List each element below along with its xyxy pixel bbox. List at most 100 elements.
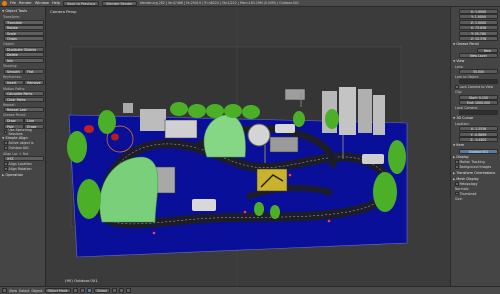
checkbox-label: Lock Camera to View	[459, 85, 494, 89]
lock-camera-checkbox[interactable]: Lock Camera to View	[455, 85, 498, 90]
dimension-x-field[interactable]: X: 73.838	[459, 25, 498, 30]
menu-render[interactable]: Render	[19, 1, 32, 5]
orientation-dropdown[interactable]: Global	[93, 287, 110, 294]
building-left	[140, 109, 166, 131]
scale-x-field[interactable]: X: 1.0000	[459, 8, 498, 14]
clip-end-field[interactable]: End: 1000.000	[459, 100, 498, 105]
flat-button[interactable]: Flat	[24, 68, 44, 74]
origin-button[interactable]: Origin	[4, 36, 44, 41]
checkbox-label: Align Rotation	[8, 167, 32, 171]
shading-label: Shading:	[3, 63, 18, 68]
blender-logo-icon[interactable]	[2, 0, 7, 6]
scale-y-field[interactable]: Y: 1.0000	[459, 14, 498, 19]
scale-z-field[interactable]: Z: 1.0000	[459, 19, 498, 25]
panel-3d-cursor[interactable]: ▼ 3D Cursor	[453, 116, 498, 121]
cursor-y-field[interactable]: Y: -0.6899	[459, 131, 498, 137]
background-images-checkbox[interactable]: Background Images	[455, 165, 498, 170]
panel-grease-pencil[interactable]: ▼ Grease Pencil	[453, 42, 498, 47]
calculate-paths-button[interactable]: Calculate Paths	[4, 91, 44, 96]
lens-field[interactable]: 35.000	[459, 69, 498, 74]
checkbox-label: Background Images	[459, 165, 492, 169]
scale-button[interactable]: Scale	[4, 30, 44, 36]
manipulator-icon[interactable]	[86, 288, 92, 293]
menu-help[interactable]: Help	[52, 1, 60, 5]
dimension-y-field[interactable]: Y: 55.760	[459, 30, 498, 36]
sketching-sessions-checkbox[interactable]: Use Sketching Sessions	[4, 128, 43, 136]
snap-icon[interactable]	[125, 288, 131, 293]
view-menu[interactable]: View	[9, 289, 17, 293]
clip-start-field[interactable]: Start: 0.100	[459, 94, 498, 100]
viewport-header: View Select Object Object Mode Global	[0, 286, 500, 294]
panel-title: Object Tools	[5, 9, 28, 13]
thumbnail-checkbox[interactable]: Thumbnail	[455, 191, 498, 196]
keyframes-label: Keyframes:	[3, 75, 22, 79]
checkbox-box	[455, 165, 459, 169]
layer-icon[interactable]	[111, 288, 117, 293]
panel-transform-orientations[interactable]: ▶ Transform Orientations	[453, 171, 498, 176]
white-van	[192, 199, 216, 211]
menu-window[interactable]: Window	[35, 1, 49, 5]
line-button[interactable]: Line	[24, 118, 44, 123]
item-name-field[interactable]: Outdoor.001	[459, 148, 498, 154]
layer-icon[interactable]	[118, 288, 124, 293]
retopology-checkbox[interactable]: Retopology	[455, 182, 498, 187]
editor-type-icon[interactable]	[2, 288, 7, 293]
lens-label: Lens:	[455, 64, 464, 69]
menu-file[interactable]: File	[10, 1, 16, 5]
duplicate-objects-button[interactable]: Duplicate Objects	[4, 46, 44, 52]
rotate-button[interactable]: Rotate	[4, 25, 44, 30]
properties-panel: X: 1.0000 Y: 1.0000 Z: 1.0000 X: 73.838 …	[450, 7, 500, 286]
translate-button[interactable]: Translate	[4, 19, 44, 25]
dimension-z-field[interactable]: Z: 12.378	[459, 36, 498, 41]
align-rotation-checkbox[interactable]: Align Rotation	[4, 167, 43, 172]
repeat-last-button[interactable]: Repeat Last	[4, 107, 44, 112]
expand-triangle-icon: ▼	[453, 143, 456, 147]
lock-object-label: Lock to Object:	[455, 74, 479, 79]
render-engine-dropdown[interactable]: Blender Render	[102, 0, 137, 6]
checkbox-box	[455, 85, 459, 89]
panel-item[interactable]: ▼ Item	[453, 143, 498, 148]
panel-object-tools[interactable]: ▼ Object Tools	[2, 9, 43, 14]
join-button[interactable]: Join	[4, 57, 44, 63]
expand-triangle-icon: ▼	[453, 42, 456, 46]
back-to-previous-button[interactable]: Back to Previous	[63, 0, 100, 6]
grease-new-layer-button[interactable]: New Layer	[459, 53, 498, 58]
object-menu[interactable]: Object	[32, 289, 43, 293]
checkbox-label: Align Location	[8, 162, 32, 166]
object-label: Object:	[3, 42, 15, 46]
delete-button[interactable]: Delete	[4, 52, 44, 57]
viewport-view-label: Camera Persp	[50, 9, 77, 14]
checkbox-box	[4, 146, 8, 150]
cursor-z-field[interactable]: Z: -0.4821	[459, 137, 498, 142]
smooth-button[interactable]: Smooth	[4, 68, 24, 74]
collapse-triangle-icon: ▶	[453, 170, 456, 175]
tower-b	[339, 87, 356, 135]
panel-operation[interactable]: ▶ Operation	[2, 173, 43, 178]
select-menu[interactable]: Select	[19, 289, 29, 293]
pivot-icon[interactable]	[79, 288, 85, 293]
expand-triangle-icon: ▼	[2, 135, 5, 140]
checkbox-box	[4, 167, 8, 171]
cursor-x-field[interactable]: X: 1.2536	[459, 126, 498, 131]
repeat-label: Repeat:	[3, 102, 16, 107]
panel-view[interactable]: ▼ View	[453, 59, 498, 64]
local-camera-field[interactable]	[459, 110, 498, 115]
clear-paths-button[interactable]: Clear Paths	[4, 96, 44, 102]
draw-button[interactable]: Draw	[4, 118, 24, 123]
clip-label: Clip:	[455, 90, 463, 94]
shading-icon[interactable]	[72, 288, 78, 293]
panel-title: Grease Pencil	[456, 42, 480, 46]
checkbox-label: Outdoor.001	[8, 146, 30, 150]
grease-new-button[interactable]: New	[477, 47, 498, 53]
lock-object-field[interactable]	[459, 79, 498, 84]
insert-keyframe-button[interactable]: Insert	[4, 80, 24, 85]
3d-viewport[interactable]: Camera Persp (90) Outdoor.001	[47, 7, 450, 286]
align-axes-field[interactable]: XYZ	[4, 156, 44, 161]
panel-title: Simple Align	[5, 135, 28, 140]
active-object-name: Outdoor.001	[4, 146, 43, 151]
mode-dropdown[interactable]: Object Mode	[44, 287, 71, 294]
magnifier-sign	[247, 123, 271, 147]
remove-keyframe-button[interactable]: Remove	[24, 80, 44, 85]
checkbox-label: Retopology	[459, 182, 478, 186]
panel-title: Operation	[5, 172, 24, 177]
